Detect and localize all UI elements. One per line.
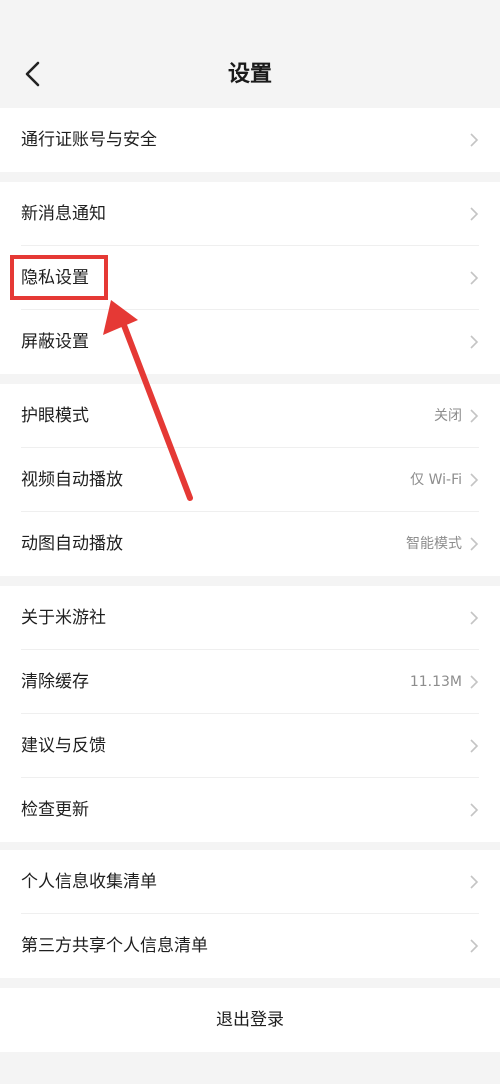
settings-item-eye-care[interactable]: 护眼模式 关闭 <box>0 384 500 448</box>
settings-item-label: 护眼模式 <box>21 406 89 426</box>
chevron-right-icon <box>470 271 479 285</box>
top-bar: 设置 <box>0 0 500 108</box>
about-group: 关于米游社 清除缓存 11.13M 建议与反馈 检查更新 <box>0 586 500 842</box>
settings-item-label: 检查更新 <box>21 800 89 820</box>
settings-item-label: 第三方共享个人信息清单 <box>21 936 208 956</box>
page-title: 设置 <box>227 62 272 87</box>
settings-item-clear-cache[interactable]: 清除缓存 11.13M <box>0 650 500 714</box>
settings-item-gif-autoplay[interactable]: 动图自动播放 智能模式 <box>0 512 500 576</box>
settings-item-personal-info-list[interactable]: 个人信息收集清单 <box>0 850 500 914</box>
chevron-right-icon <box>470 675 479 689</box>
logout-button[interactable]: 退出登录 <box>0 988 500 1052</box>
settings-item-feedback[interactable]: 建议与反馈 <box>0 714 500 778</box>
settings-item-privacy[interactable]: 隐私设置 <box>0 246 500 310</box>
settings-item-third-party-sharing[interactable]: 第三方共享个人信息清单 <box>0 914 500 978</box>
settings-item-label: 建议与反馈 <box>21 736 106 756</box>
settings-item-check-update[interactable]: 检查更新 <box>0 778 500 842</box>
settings-item-label: 新消息通知 <box>21 204 106 224</box>
settings-item-label: 隐私设置 <box>21 268 89 288</box>
settings-item-value: 智能模式 <box>406 536 462 552</box>
settings-item-video-autoplay[interactable]: 视频自动播放 仅 Wi-Fi <box>0 448 500 512</box>
settings-item-about[interactable]: 关于米游社 <box>0 586 500 650</box>
settings-item-label: 关于米游社 <box>21 608 106 628</box>
settings-item-label: 清除缓存 <box>21 672 89 692</box>
chevron-right-icon <box>470 335 479 349</box>
chevron-right-icon <box>470 473 479 487</box>
account-group: 通行证账号与安全 <box>0 108 500 172</box>
settings-item-label: 屏蔽设置 <box>21 332 89 352</box>
chevron-right-icon <box>470 875 479 889</box>
settings-item-value: 仅 Wi-Fi <box>410 472 462 488</box>
chevron-right-icon <box>470 207 479 221</box>
settings-item-account-security[interactable]: 通行证账号与安全 <box>0 108 500 172</box>
chevron-right-icon <box>470 803 479 817</box>
settings-item-label: 通行证账号与安全 <box>21 130 157 150</box>
chevron-right-icon <box>470 939 479 953</box>
chevron-right-icon <box>470 739 479 753</box>
personal-info-group: 个人信息收集清单 第三方共享个人信息清单 <box>0 850 500 978</box>
settings-item-block[interactable]: 屏蔽设置 <box>0 310 500 374</box>
settings-item-label: 个人信息收集清单 <box>21 872 157 892</box>
logout-label: 退出登录 <box>216 1010 284 1030</box>
settings-item-value: 关闭 <box>434 408 462 424</box>
chevron-right-icon <box>470 537 479 551</box>
logout-group: 退出登录 <box>0 988 500 1052</box>
settings-item-label: 动图自动播放 <box>21 534 123 554</box>
notification-privacy-group: 新消息通知 隐私设置 屏蔽设置 <box>0 182 500 374</box>
chevron-right-icon <box>470 133 479 147</box>
settings-item-notifications[interactable]: 新消息通知 <box>0 182 500 246</box>
display-playback-group: 护眼模式 关闭 视频自动播放 仅 Wi-Fi 动图自动播放 智能模式 <box>0 384 500 576</box>
chevron-right-icon <box>470 611 479 625</box>
chevron-right-icon <box>470 409 479 423</box>
settings-item-label: 视频自动播放 <box>21 470 123 490</box>
settings-item-value: 11.13M <box>409 674 462 690</box>
